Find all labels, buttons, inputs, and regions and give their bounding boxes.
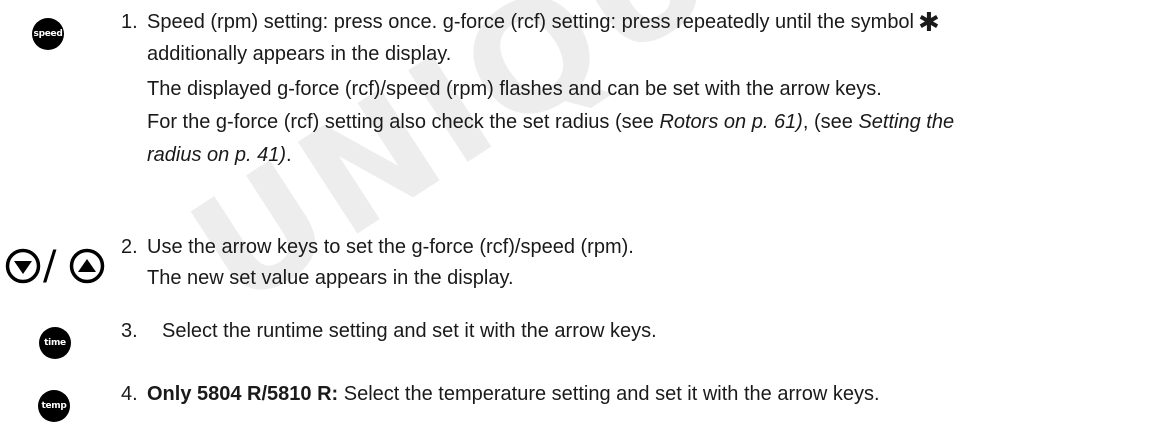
temp-key-icon: temp	[38, 390, 70, 422]
step-number: 4.	[121, 383, 138, 405]
step-4: temp 4. Only 5804 R/5810 R: Select the t…	[0, 0, 1172, 427]
step-text: Select the temperature setting and set i…	[338, 383, 880, 405]
model-note: Only 5804 R/5810 R:	[147, 383, 339, 405]
step-text-line: Only 5804 R/5810 R: Select the temperatu…	[147, 380, 880, 408]
